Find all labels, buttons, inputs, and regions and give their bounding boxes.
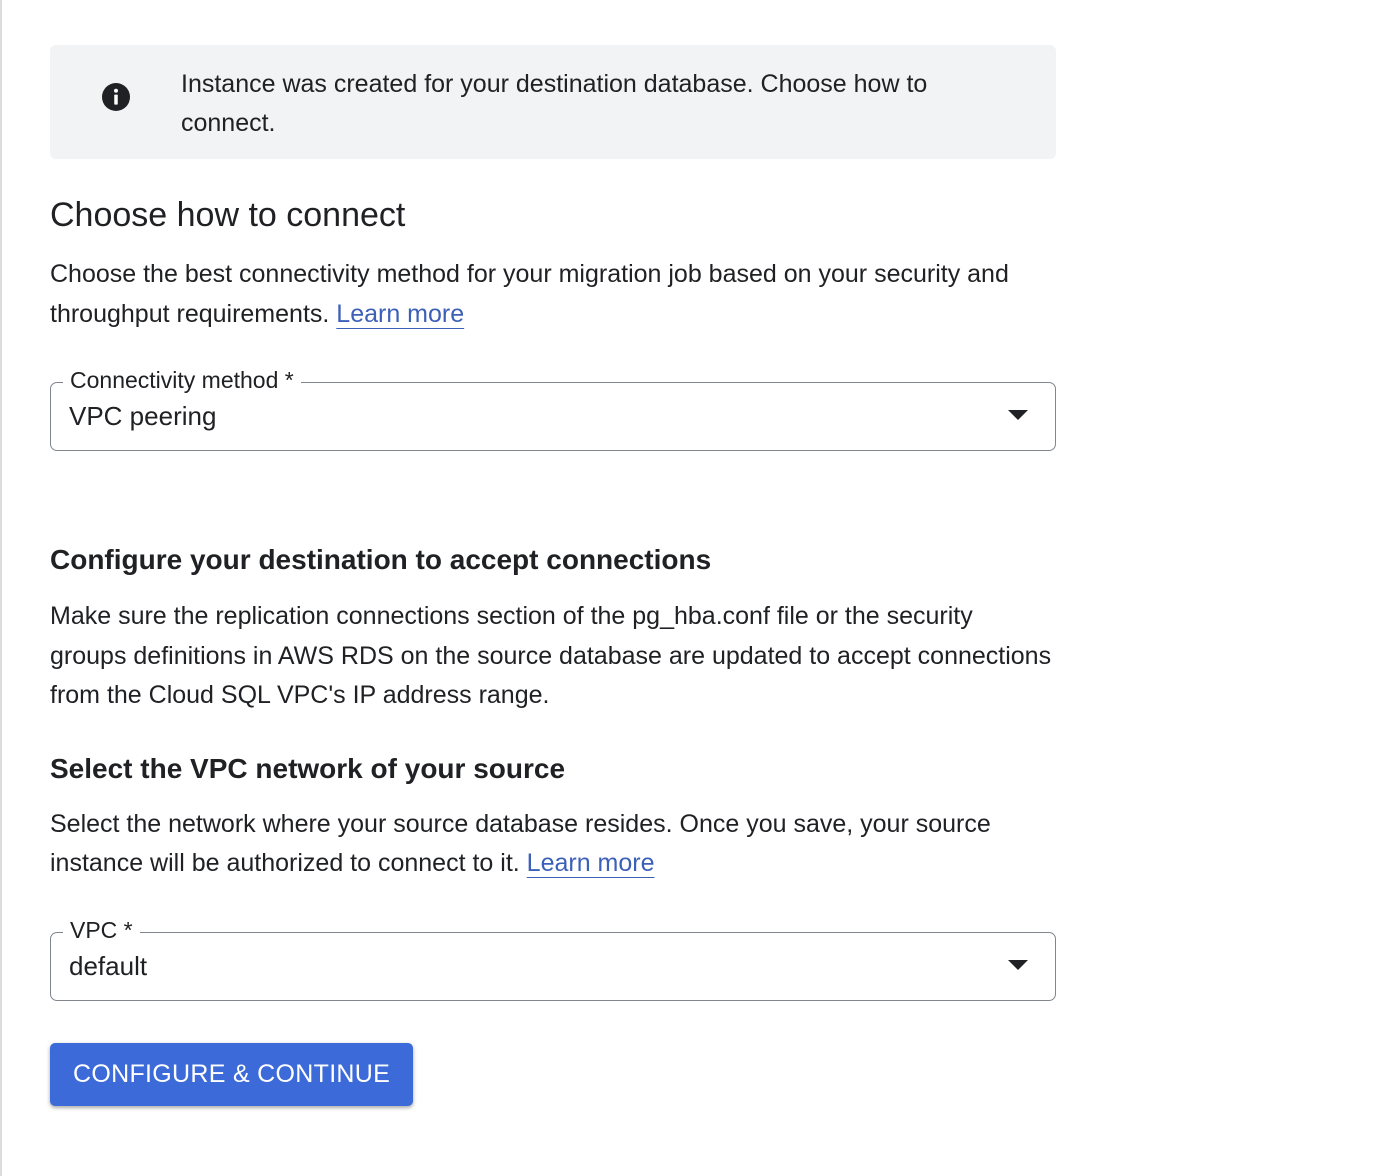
info-banner: Instance was created for your destinatio… [50,45,1056,159]
connectivity-method-select[interactable]: Connectivity method * VPC peering [50,363,1056,451]
vpc-section-title: Select the VPC network of your source [50,752,566,784]
action-bar: CONFIGURE & CONTINUE [50,1042,1056,1106]
page-left-border [0,0,2,1176]
configure-continue-button[interactable]: CONFIGURE & CONTINUE [50,1042,414,1106]
info-icon [102,83,130,111]
connectivity-method-value: VPC peering [69,401,217,431]
banner-message: Instance was created for your destinatio… [181,70,928,137]
vpc-label: VPC * [63,912,140,947]
chevron-down-icon [1008,959,1028,970]
connect-section-description: Choose the best connectivity method for … [50,255,1056,334]
destination-section-title: Configure your destination to accept con… [50,544,712,575]
chevron-down-icon [1008,410,1028,420]
connectivity-method-label: Connectivity method * [63,363,301,397]
learn-more-link-vpc[interactable]: Learn more [527,849,655,877]
vpc-value: default [69,950,148,981]
vpc-select[interactable]: VPC * default [50,912,1056,1001]
connect-description-text: Choose the best connectivity method for … [50,260,1009,328]
vpc-description-text: Select the network where your source dat… [50,809,991,878]
learn-more-link-connectivity[interactable]: Learn more [336,300,464,328]
connectivity-form: Instance was created for your destinatio… [50,45,1056,1106]
connect-section-title: Choose how to connect [50,196,406,234]
vpc-section-description: Select the network where your source dat… [50,805,1056,884]
destination-section-description: Make sure the replication connections se… [50,602,1052,709]
